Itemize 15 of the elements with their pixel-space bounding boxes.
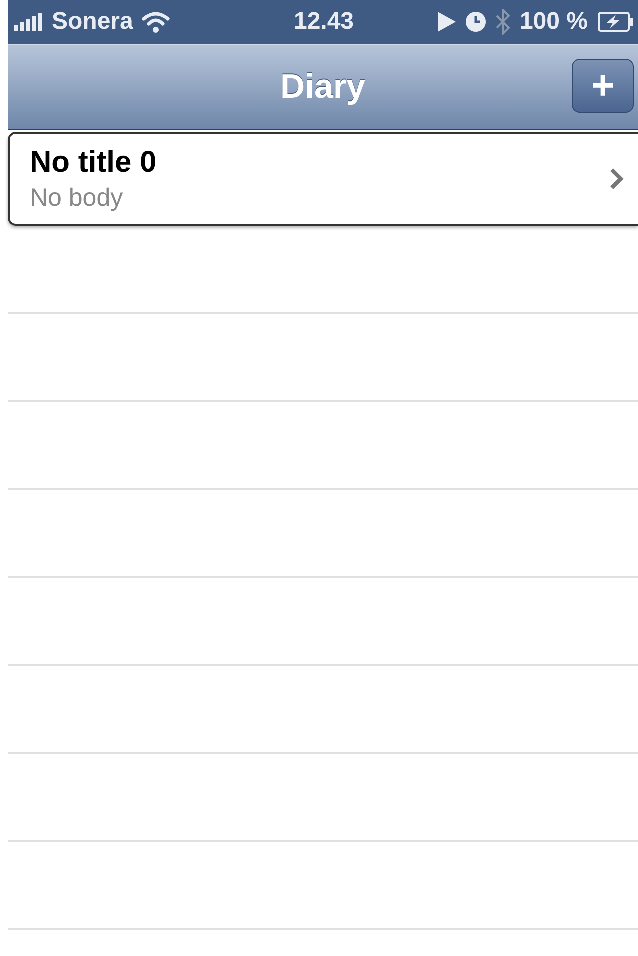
entry-body: No body bbox=[30, 184, 124, 212]
carrier-name: Sonera bbox=[52, 8, 134, 36]
add-button[interactable]: + bbox=[572, 59, 634, 113]
clock-icon bbox=[466, 12, 486, 32]
battery-charging-icon bbox=[598, 12, 634, 32]
wifi-icon bbox=[141, 11, 172, 33]
signal-icon bbox=[14, 13, 44, 31]
status-time: 12.43 bbox=[294, 8, 354, 36]
diary-entry[interactable]: No title 0 No body bbox=[8, 132, 638, 226]
battery-percent: 100 % bbox=[520, 8, 588, 36]
entry-title: No title 0 bbox=[30, 146, 158, 180]
bluetooth-icon bbox=[496, 9, 510, 35]
nav-title: Diary bbox=[280, 68, 366, 106]
chevron-icon bbox=[610, 168, 624, 190]
play-icon bbox=[438, 12, 456, 32]
